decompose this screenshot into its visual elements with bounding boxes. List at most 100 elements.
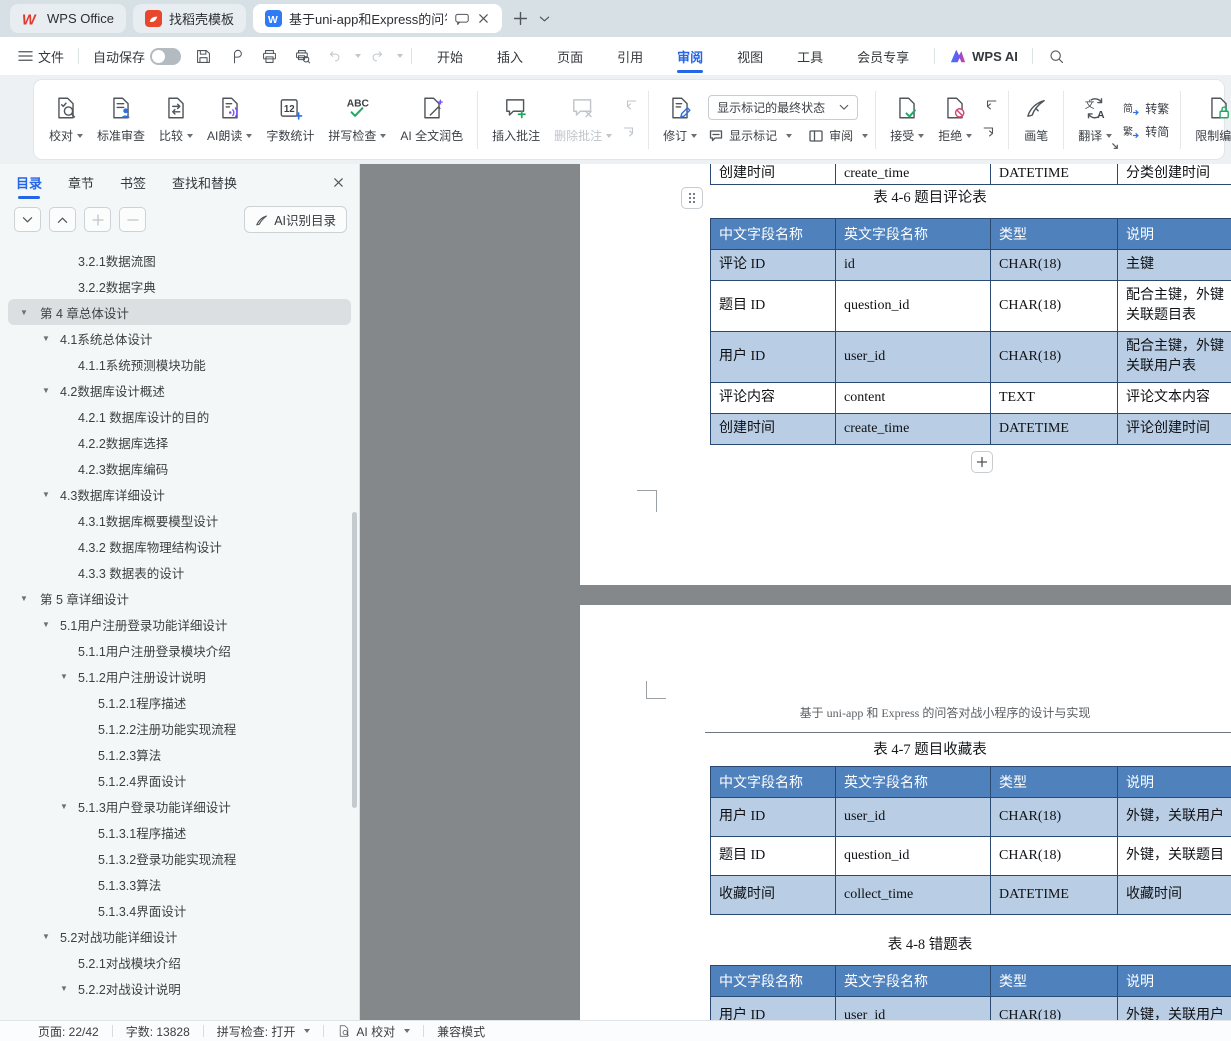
tab-wps-office[interactable]: W WPS Office [10,4,126,33]
ai-proofread-status[interactable]: AI 校对 [337,1023,411,1040]
review-pane-button[interactable]: 审阅 [808,127,869,144]
show-markup-button[interactable]: 显示标记 [708,127,793,144]
toc-item[interactable]: 4.3.2 数据库物理结构设计 [8,533,351,559]
toc-item[interactable]: 5.1.3.1程序描述 [8,819,351,845]
tab-page[interactable]: 页面 [540,37,600,75]
document-canvas[interactable]: 创建时间 create_time DATETIME 分类创建时间 表 4-6 题目评论… [360,164,1231,1020]
track-changes-button[interactable]: 修订 [656,84,704,156]
toc-expand-icon[interactable]: ▼ [60,984,68,993]
toc-item[interactable]: ▼ 第 5 章详细设计 [8,585,351,611]
toc-item[interactable]: 4.2.1 数据库设计的目的 [8,403,351,429]
toc-item[interactable]: ▼ 5.2对战功能详细设计 [8,923,351,949]
sidebar-tab-contents[interactable]: 目录 [16,173,42,199]
promote-heading-button[interactable] [84,207,111,232]
to-simplified-button[interactable]: 繁 转简 [1123,123,1169,140]
table-drag-handle[interactable] [681,187,703,209]
sidebar-tab-chapters[interactable]: 章节 [68,173,94,192]
toc-item[interactable]: ▼ 5.1.3用户登录功能详细设计 [8,793,351,819]
document-page-1[interactable]: 创建时间 create_time DATETIME 分类创建时间 表 4-6 题目评论… [580,164,1231,585]
spell-check-button[interactable]: ABC 拼写检查 [321,84,393,156]
new-tab-button[interactable] [509,7,533,31]
sidebar-scrollbar[interactable] [352,512,357,808]
ai-read-button[interactable]: AI朗读 [200,84,259,156]
tab-docer-templates[interactable]: 找稻壳模板 [132,4,246,33]
export-pdf-button[interactable] [220,47,253,66]
message-icon[interactable] [454,12,470,26]
tab-document[interactable]: W 基于uni-app和Express的问答 [252,4,502,33]
toc-item[interactable]: 5.2.1对战模块介绍 [8,949,351,975]
sidebar-tab-find-replace[interactable]: 查找和替换 [172,173,237,192]
tab-tools[interactable]: 工具 [780,37,840,75]
toc-item[interactable]: 3.2.2数据字典 [8,273,351,299]
autosave-control[interactable]: 自动保存 [87,37,187,75]
toc-item[interactable]: 5.1.3.2登录功能实现流程 [8,845,351,871]
group-expand-icon[interactable] [1111,142,1120,151]
toc-item[interactable]: 4.2.3数据库编码 [8,455,351,481]
previous-revision-icon[interactable] [979,95,1001,117]
collapse-all-button[interactable] [14,207,41,232]
ai-recognize-toc-button[interactable]: AI识别目录 [244,206,347,233]
restrict-edit-button[interactable]: 限制编辑 [1188,84,1231,156]
toc-item[interactable]: 5.1.2.3算法 [8,741,351,767]
tab-reference[interactable]: 引用 [600,37,660,75]
toc-item[interactable]: ▼ 5.1.2用户注册设计说明 [8,663,351,689]
print-button[interactable] [253,47,286,66]
toc-item[interactable]: ▼ 5.1用户注册登录功能详细设计 [8,611,351,637]
tab-view[interactable]: 视图 [720,37,780,75]
print-preview-button[interactable] [286,47,319,66]
insert-comment-button[interactable]: 插入批注 [485,84,547,156]
toc-item[interactable]: ▼ 第 4 章总体设计 [8,299,351,325]
standard-review-button[interactable]: 标准审查 [90,84,152,156]
to-traditional-button[interactable]: 简 转繁 [1123,100,1169,117]
next-comment-icon[interactable] [619,122,641,144]
toc-item[interactable]: ▼ 5.2.2对战设计说明 [8,975,351,1001]
toc-item[interactable]: 4.3.3 数据表的设计 [8,559,351,585]
undo-button[interactable] [319,47,351,65]
word-count-button[interactable]: 12 字数统计 [259,84,321,156]
toc-expand-icon[interactable]: ▼ [20,308,28,317]
tab-home[interactable]: 开始 [420,37,480,75]
wps-ai-button[interactable]: WPS AI [943,37,1024,75]
reject-revision-button[interactable]: 拒绝 [931,84,979,156]
close-tab-icon[interactable] [477,12,490,25]
toc-item[interactable]: 3.2数据流程分析 [8,238,351,247]
tab-list-chevron-icon[interactable] [533,7,557,31]
word-count-indicator[interactable]: 字数: 13828 [126,1023,190,1040]
redo-button[interactable] [361,47,393,65]
proofread-button[interactable]: 校对 [42,84,90,156]
toc-item[interactable]: 5.1.2.2注册功能实现流程 [8,715,351,741]
global-menu-button[interactable]: 文件 [12,37,70,75]
toc-expand-icon[interactable]: ▼ [42,386,50,395]
toc-expand-icon[interactable]: ▼ [42,620,50,629]
tab-review[interactable]: 审阅 [660,37,720,75]
tab-insert[interactable]: 插入 [480,37,540,75]
accept-revision-button[interactable]: 接受 [883,84,931,156]
toc-item[interactable]: 5.1.2.1程序描述 [8,689,351,715]
demote-heading-button[interactable] [119,207,146,232]
ai-polish-button[interactable]: AI 全文润色 [393,84,470,156]
toc-item[interactable]: 5.1.3.4界面设计 [8,897,351,923]
toc-item[interactable]: 5.1.2.4界面设计 [8,767,351,793]
tab-member[interactable]: 会员专享 [840,37,926,75]
toc-item[interactable]: ▼ 4.3数据库详细设计 [8,481,351,507]
toc-expand-icon[interactable]: ▼ [42,932,50,941]
sidebar-tab-bookmarks[interactable]: 书签 [120,173,146,192]
previous-comment-icon[interactable] [619,95,641,117]
toc-item[interactable]: ▼ 4.2数据库设计概述 [8,377,351,403]
search-icon[interactable] [1041,48,1072,65]
toc-item[interactable]: 5.1.3.3算法 [8,871,351,897]
markup-state-dropdown[interactable]: 显示标记的最终状态 [708,95,859,120]
ink-pen-button[interactable]: 画笔 [1016,84,1056,156]
toc-item[interactable]: 4.2.2数据库选择 [8,429,351,455]
save-button[interactable] [187,47,220,66]
document-page-2[interactable]: 基于 uni-app 和 Express 的问答对战小程序的设计与实现 表 4-… [580,605,1231,1020]
spell-check-status[interactable]: 拼写检查: 打开 [217,1023,311,1040]
next-revision-icon[interactable] [979,122,1001,144]
toc-expand-icon[interactable]: ▼ [42,490,50,499]
toc-item[interactable]: ▼ 4.1系统总体设计 [8,325,351,351]
expand-all-button[interactable] [49,207,76,232]
autosave-toggle[interactable] [150,47,182,65]
toc-expand-icon[interactable]: ▼ [42,334,50,343]
delete-comment-button[interactable]: 删除批注 [547,84,619,156]
page-indicator[interactable]: 页面: 22/42 [38,1023,99,1040]
